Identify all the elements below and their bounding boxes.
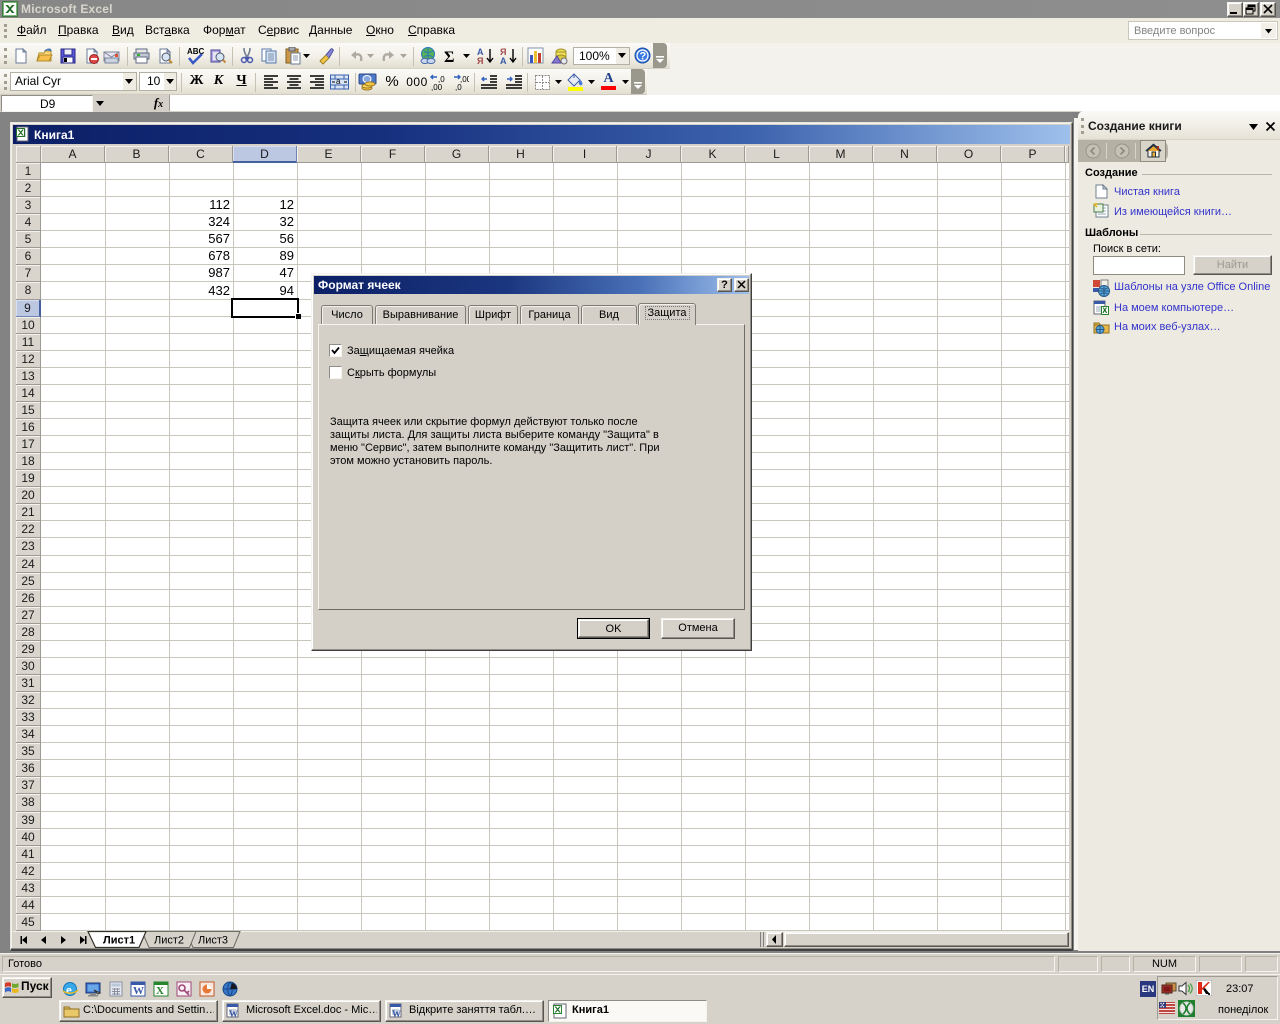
svg-text:W: W xyxy=(229,1009,238,1019)
svg-text:e: e xyxy=(66,982,72,997)
svg-text:,00: ,00 xyxy=(431,83,443,91)
svg-text:,0: ,0 xyxy=(455,83,462,91)
svg-text:Σ: Σ xyxy=(444,49,454,64)
svg-text:?: ? xyxy=(640,51,647,63)
svg-text:Лист1: Лист1 xyxy=(103,935,135,947)
svg-text:W: W xyxy=(392,1009,401,1019)
svg-text:a: a xyxy=(336,77,341,86)
svg-text:W: W xyxy=(133,985,144,997)
svg-text:Лист3: Лист3 xyxy=(198,935,228,947)
svg-text:А: А xyxy=(500,56,507,65)
svg-text:X: X xyxy=(156,985,164,997)
svg-text:Лист2: Лист2 xyxy=(154,935,184,947)
svg-text:Я: Я xyxy=(477,56,483,65)
